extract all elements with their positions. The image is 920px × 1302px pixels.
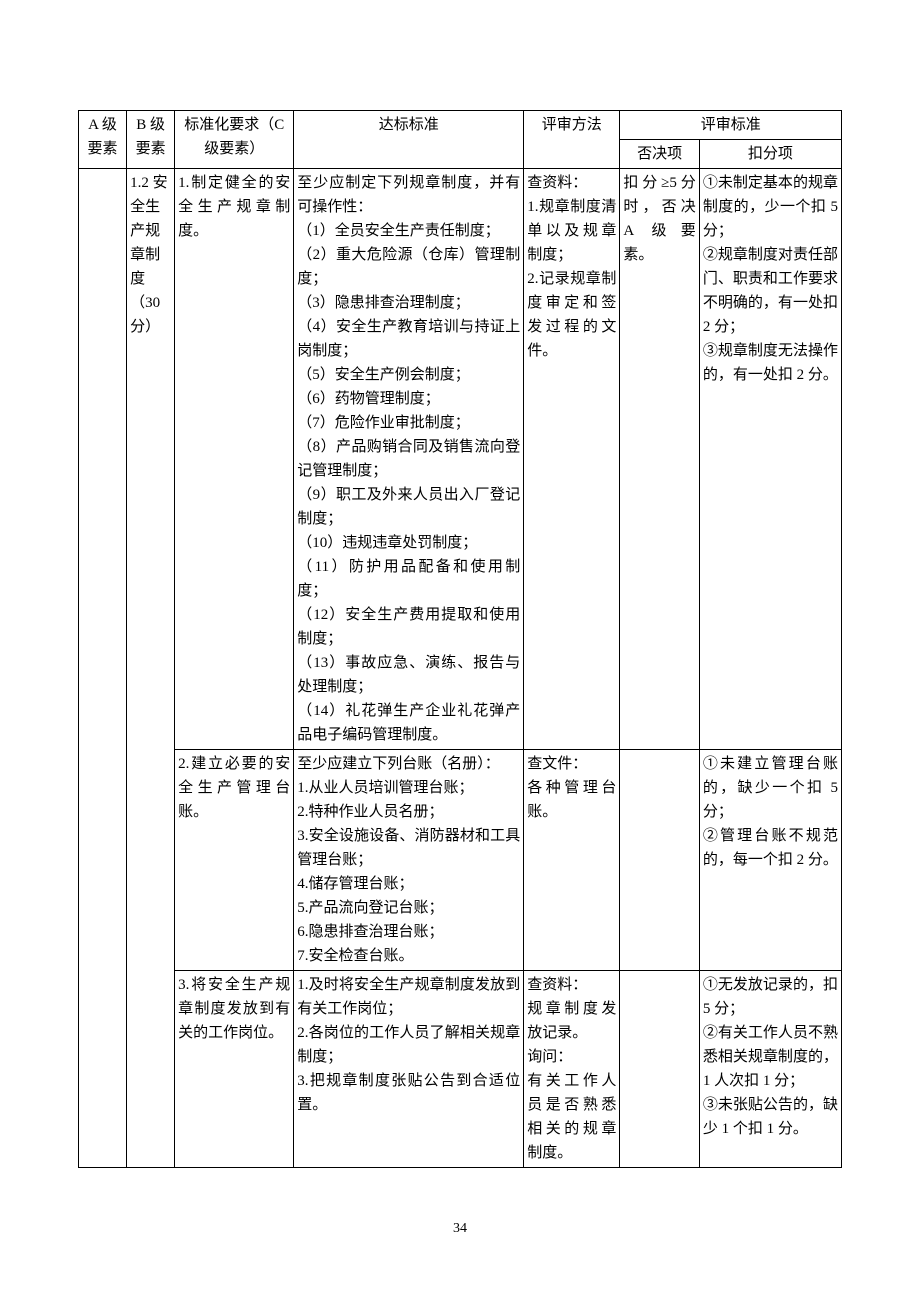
header-g: 扣分项 xyxy=(699,140,841,169)
cell-e: 查资料：1.规章制度清单以及规章制度；2.记录规章制度审定和签发过程的文件。 xyxy=(524,169,620,750)
cell-d: 至少应建立下列台账（名册）：1.从业人员培训管理台账；2.特种作业人员名册；3.… xyxy=(294,750,524,971)
header-e: 评审方法 xyxy=(524,111,620,169)
header-a: A 级要素 xyxy=(79,111,127,169)
header-d: 达标标准 xyxy=(294,111,524,169)
table-row: 1.2 安全生产规章制度（30分） 1.制定健全的安全生产规章制度。 至少应制定… xyxy=(79,169,842,750)
cell-c: 3.将安全生产规章制度发放到有关的工作岗位。 xyxy=(175,971,294,1168)
cell-c: 2.建立必要的安全生产管理台账。 xyxy=(175,750,294,971)
cell-e: 查资料：规章制度发放记录。询问：有关工作人员是否熟悉相关的规章制度。 xyxy=(524,971,620,1168)
cell-d: 1.及时将安全生产规章制度发放到有关工作岗位；2.各岗位的工作人员了解相关规章制… xyxy=(294,971,524,1168)
cell-c: 1.制定健全的安全生产规章制度。 xyxy=(175,169,294,750)
header-f: 否决项 xyxy=(620,140,699,169)
table-row: 2.建立必要的安全生产管理台账。 至少应建立下列台账（名册）：1.从业人员培训管… xyxy=(79,750,842,971)
page-number: 34 xyxy=(78,1218,842,1240)
header-b: B 级要素 xyxy=(127,111,175,169)
cell-d: 至少应制定下列规章制度，并有可操作性：（1）全员安全生产责任制度；（2）重大危险… xyxy=(294,169,524,750)
cell-g: ①未制定基本的规章制度的，少一个扣 5 分；②规章制度对责任部门、职责和工作要求… xyxy=(699,169,841,750)
cell-g: ①未建立管理台账的，缺少一个扣 5 分；②管理台账不规范的，每一个扣 2 分。 xyxy=(699,750,841,971)
cell-f: 扣分≥5分时，否决 A 级要素。 xyxy=(620,169,699,750)
cell-f xyxy=(620,750,699,971)
cell-b: 1.2 安全生产规章制度（30分） xyxy=(127,169,175,1168)
cell-g: ①无发放记录的，扣 5 分；②有关工作人员不熟悉相关规章制度的，1 人次扣 1 … xyxy=(699,971,841,1168)
cell-f xyxy=(620,971,699,1168)
cell-e: 查文件：各种管理台账。 xyxy=(524,750,620,971)
header-c: 标准化要求（C 级要素） xyxy=(175,111,294,169)
cell-a xyxy=(79,169,127,1168)
header-f-group: 评审标准 xyxy=(620,111,842,140)
table-row: 3.将安全生产规章制度发放到有关的工作岗位。 1.及时将安全生产规章制度发放到有… xyxy=(79,971,842,1168)
standards-table: A 级要素 B 级要素 标准化要求（C 级要素） 达标标准 评审方法 评审标准 … xyxy=(78,110,842,1168)
